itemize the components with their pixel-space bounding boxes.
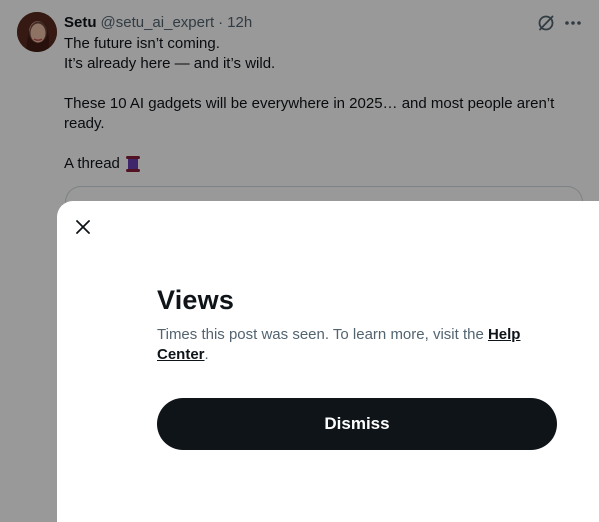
close-icon bbox=[76, 220, 90, 234]
dismiss-button[interactable]: Dismiss bbox=[157, 398, 557, 450]
close-button[interactable] bbox=[71, 215, 95, 239]
views-dialog: Views Times this post was seen. To learn… bbox=[57, 201, 599, 522]
dialog-title: Views bbox=[157, 285, 235, 315]
description-text: Times this post was seen. To learn more,… bbox=[157, 326, 488, 343]
viewport: Setu @setu_ai_expert · 12h The future is… bbox=[0, 0, 599, 522]
description-suffix: . bbox=[204, 346, 209, 363]
dialog-description: Times this post was seen. To learn more,… bbox=[157, 325, 547, 365]
